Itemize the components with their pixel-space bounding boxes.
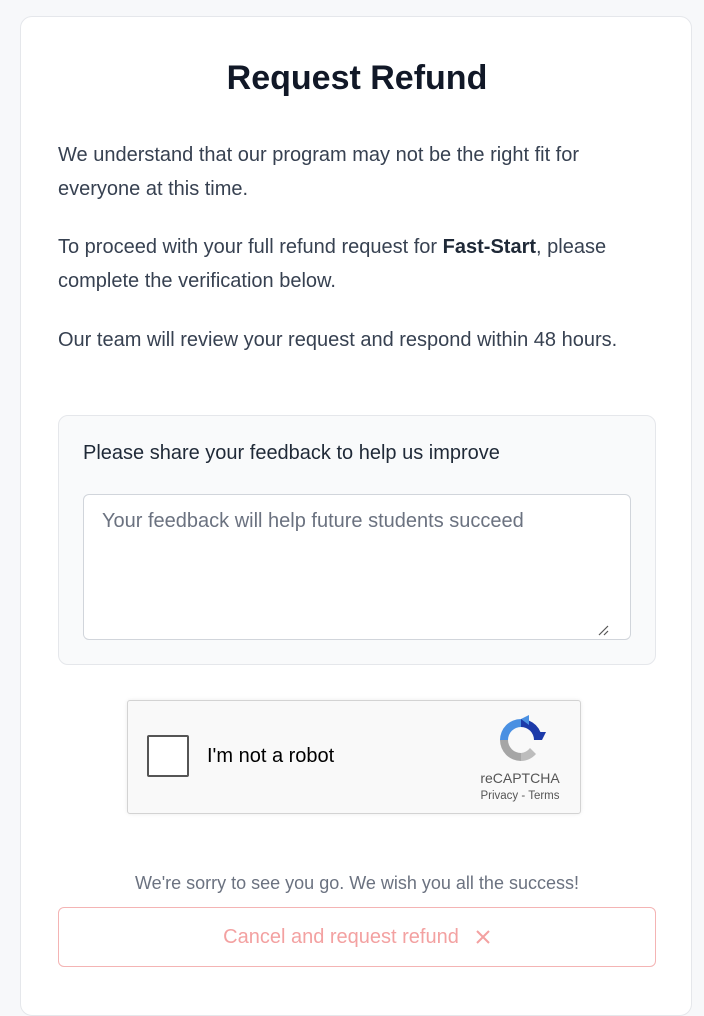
recaptcha-logo-icon xyxy=(500,715,546,761)
feedback-section: Please share your feedback to help us im… xyxy=(58,415,656,665)
farewell-message: We're sorry to see you go. We wish you a… xyxy=(135,873,579,893)
privacy-link[interactable]: Privacy xyxy=(480,790,518,802)
recaptcha-label: I'm not a robot xyxy=(207,745,335,767)
recaptcha-widget: I'm not a robot reCAPTCHA Privacy - Term… xyxy=(127,700,581,814)
cancel-button-label: Cancel and request refund xyxy=(223,925,459,948)
intro-paragraph-fit: We understand that our program may not b… xyxy=(58,144,580,200)
terms-link[interactable]: Terms xyxy=(528,790,559,802)
proceed-text-before: To proceed with your full refund request… xyxy=(58,236,443,258)
page-title: Request Refund xyxy=(226,59,488,97)
close-icon xyxy=(476,930,490,944)
intro-paragraph-proceed: To proceed with your full refund request… xyxy=(58,230,658,298)
links-separator: - xyxy=(518,790,529,802)
feedback-label: Please share your feedback to help us im… xyxy=(83,442,500,464)
recaptcha-links: Privacy - Terms xyxy=(458,790,582,802)
recaptcha-brand: reCAPTCHA xyxy=(480,770,560,786)
cancel-refund-button[interactable]: Cancel and request refund xyxy=(58,907,656,967)
resize-handle-icon[interactable] xyxy=(597,624,609,636)
recaptcha-checkbox[interactable] xyxy=(147,735,189,777)
program-name: Fast-Start xyxy=(442,236,537,258)
refund-card: Request Refund We understand that our pr… xyxy=(20,16,692,1016)
feedback-textarea[interactable] xyxy=(83,494,631,640)
intro-paragraph-review: Our team will review your request and re… xyxy=(58,329,618,351)
